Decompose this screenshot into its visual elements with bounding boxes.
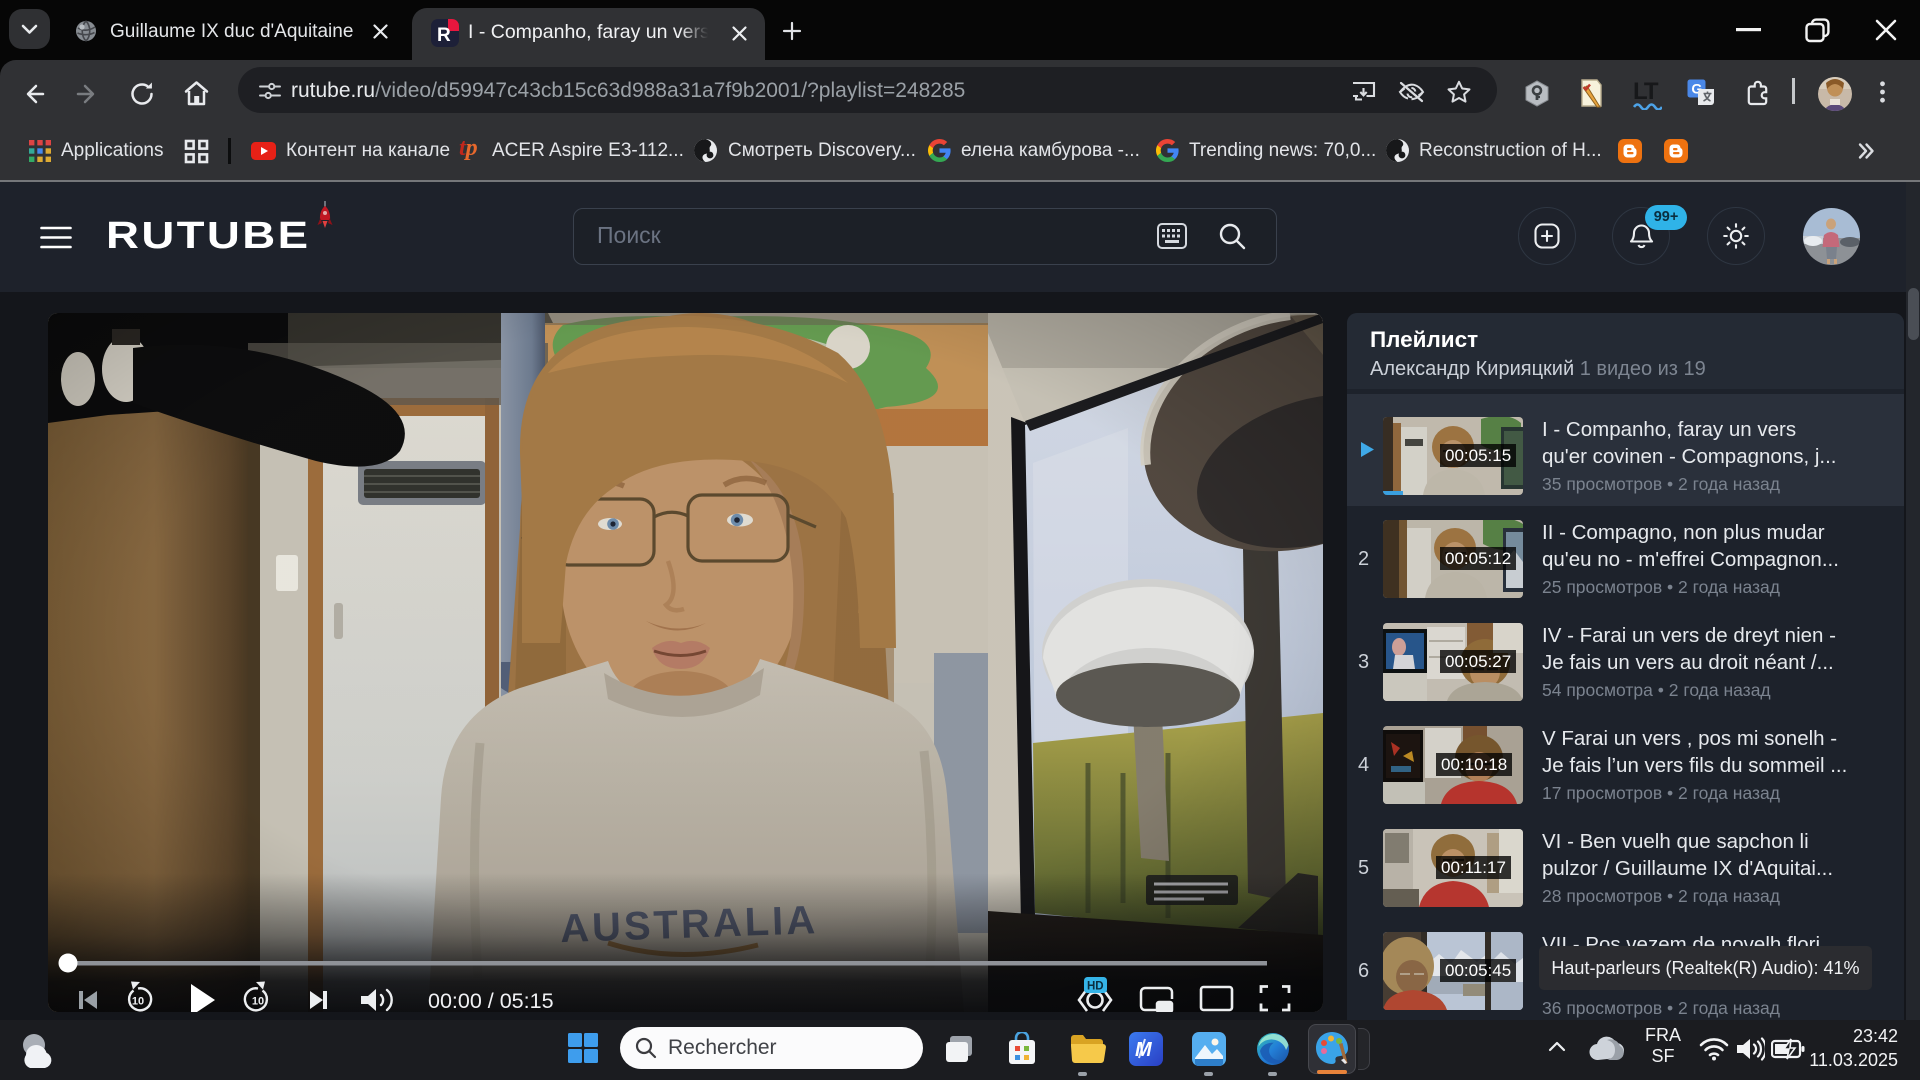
svg-text:10: 10 [252,996,264,1008]
svg-text:R: R [437,25,451,46]
svg-text:00:00 / 05:15: 00:00 / 05:15 [428,989,554,1012]
svg-text:HD: HD [1087,981,1104,993]
svg-text:10: 10 [132,996,144,1008]
